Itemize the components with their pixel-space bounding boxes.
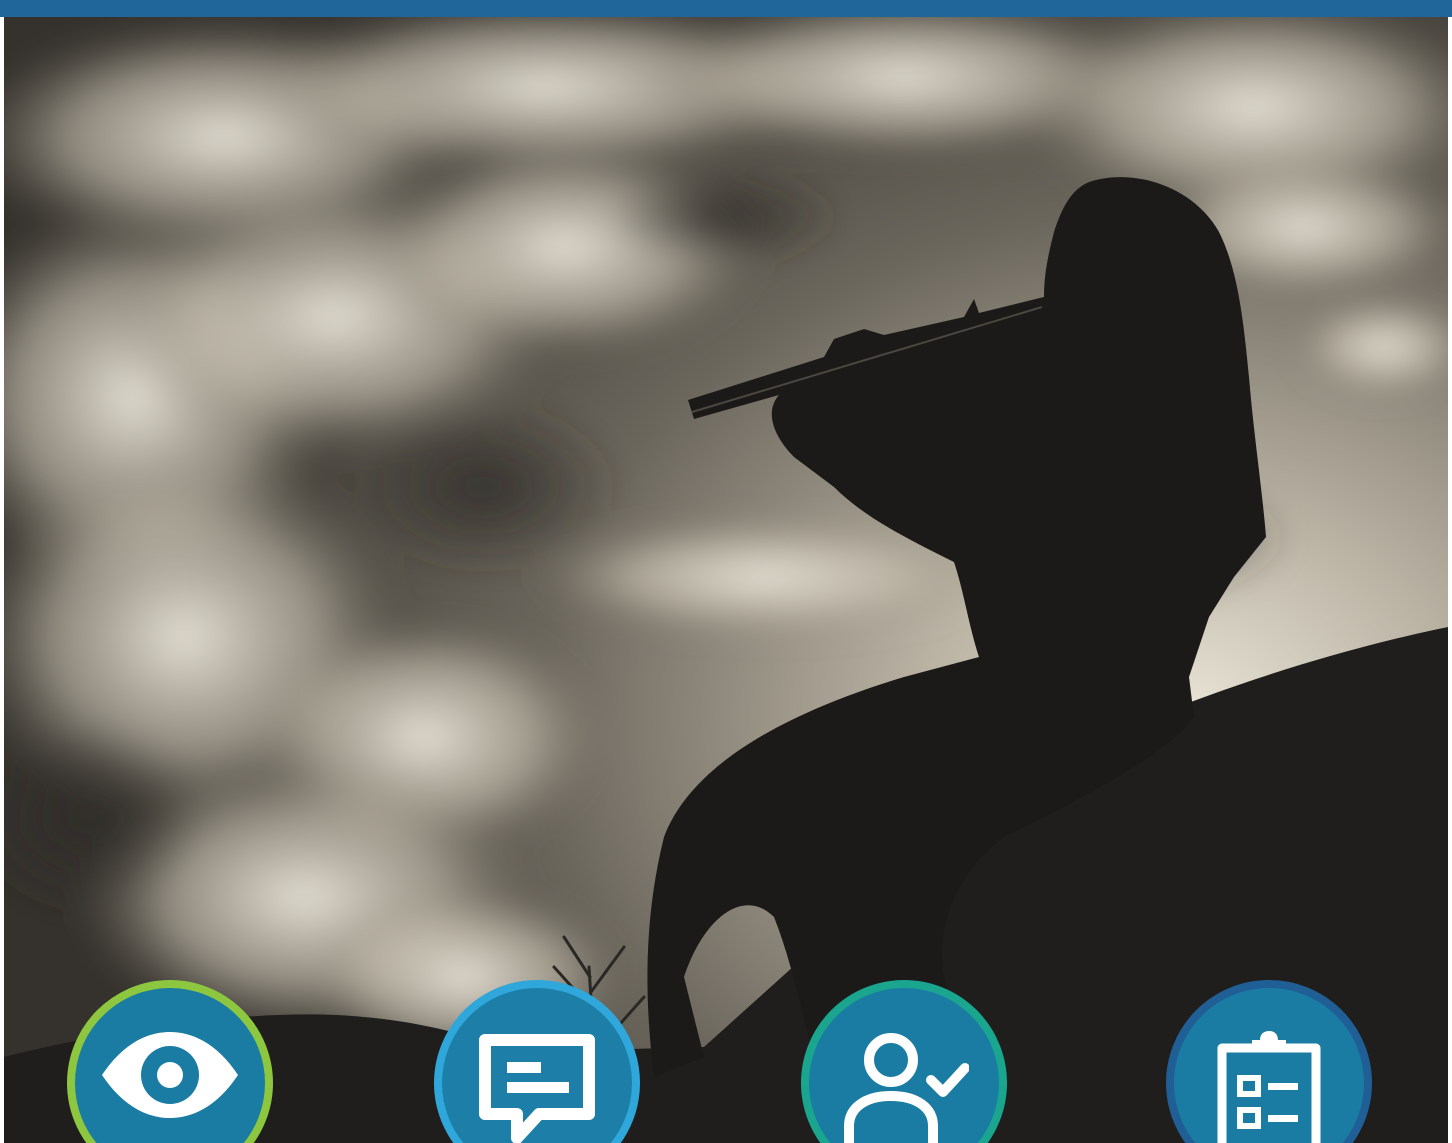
header-bar <box>0 0 1452 17</box>
eye-icon <box>102 1032 238 1118</box>
hero-photo <box>4 17 1448 1143</box>
page <box>0 0 1452 1143</box>
chat-message-icon <box>479 1034 595 1143</box>
clipboard-checklist-icon <box>1217 1031 1321 1143</box>
user-check-icon <box>844 1033 969 1143</box>
flute-player-silhouette-image <box>4 17 1448 1143</box>
